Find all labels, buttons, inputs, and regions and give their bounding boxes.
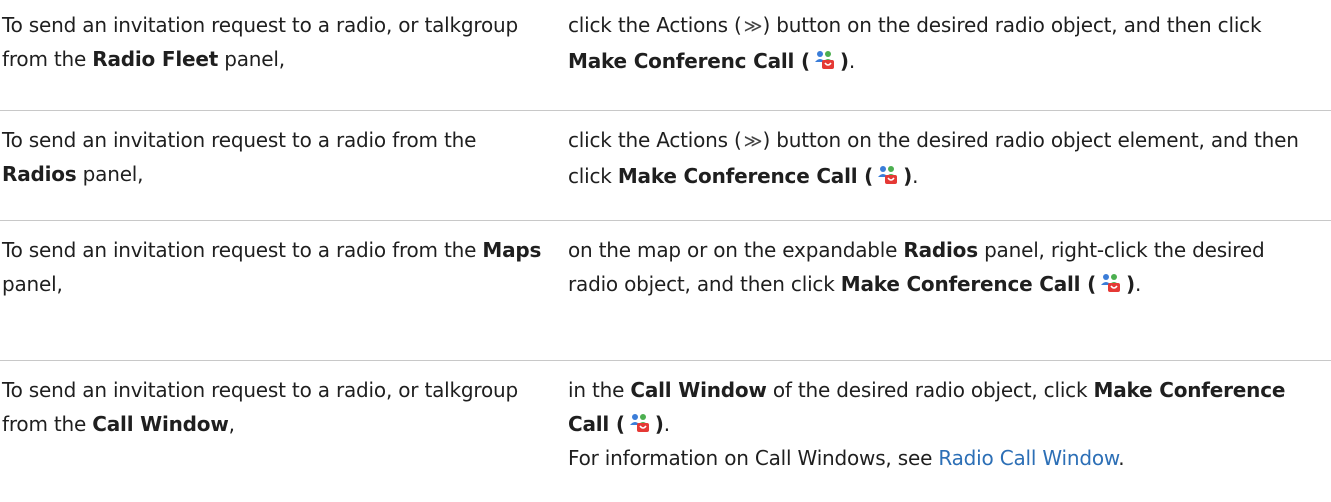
panel-name: Radios xyxy=(903,238,978,262)
command-name: Make Conferenc Call ( xyxy=(568,49,810,73)
action-paragraph: in the Call Window of the desired radio … xyxy=(568,373,1307,441)
cell-text: To send an invitation request to a radio… xyxy=(2,378,518,436)
cell-text: , xyxy=(228,412,235,436)
command-name: ) xyxy=(654,412,664,436)
cell-text: of the desired radio object, click xyxy=(766,378,1094,402)
cell-text: . xyxy=(1118,446,1125,470)
command-name: ) xyxy=(903,164,913,188)
cell-text: For information on Call Windows, see xyxy=(568,446,939,470)
table-row: To send an invitation request to a radio… xyxy=(0,0,1331,111)
window-name: Call Window xyxy=(630,378,767,402)
table-cell-action: in the Call Window of the desired radio … xyxy=(568,373,1331,502)
panel-name: Radio Fleet xyxy=(92,47,219,71)
cell-text: on the map or on the expandable xyxy=(568,238,904,262)
table-row: To send an invitation request to a radio… xyxy=(0,111,1331,221)
table-cell-context: To send an invitation request to a radio… xyxy=(0,8,568,110)
table-cell-action: on the map or on the expandable Radios p… xyxy=(568,233,1331,360)
radio-call-window-link[interactable]: Radio Call Window xyxy=(938,446,1118,470)
cell-text: . xyxy=(663,412,670,436)
conference-call-icon xyxy=(814,46,836,69)
conference-call-icon xyxy=(1100,269,1122,292)
cell-text: . xyxy=(912,164,919,188)
info-paragraph: For information on Call Windows, see Rad… xyxy=(568,441,1307,475)
cell-text: panel, xyxy=(2,272,63,296)
table-row: To send an invitation request to a radio… xyxy=(0,221,1331,361)
command-name: ) xyxy=(839,49,849,73)
table-row: To send an invitation request to a radio… xyxy=(0,361,1331,502)
cell-text: panel, xyxy=(218,47,285,71)
instructions-table: To send an invitation request to a radio… xyxy=(0,0,1331,502)
table-cell-context: To send an invitation request to a radio… xyxy=(0,373,568,502)
command-name: Make Conference Call ( xyxy=(840,272,1097,296)
cell-text: panel, xyxy=(76,162,144,186)
cell-text: To send an invitation request to a radio… xyxy=(2,128,477,152)
panel-name: Call Window xyxy=(92,412,229,436)
command-name: ) xyxy=(1126,272,1135,296)
command-name: Make Conference Call ( xyxy=(617,164,874,188)
table-cell-action: click the Actions (≫) button on the desi… xyxy=(568,8,1331,110)
cell-text: click the Actions ( xyxy=(568,128,742,152)
conference-call-icon xyxy=(629,409,651,432)
table-cell-context: To send an invitation request to a radio… xyxy=(0,123,568,220)
table-cell-action: click the Actions (≫) button on the desi… xyxy=(568,123,1331,220)
conference-call-icon xyxy=(877,161,899,184)
panel-name: Maps xyxy=(482,238,542,262)
actions-icon: ≫ xyxy=(743,16,763,37)
table-cell-context: To send an invitation request to a radio… xyxy=(0,233,568,360)
cell-text: click the Actions ( xyxy=(568,13,742,37)
cell-text: ) button on the desired radio object, an… xyxy=(762,13,1262,37)
cell-text: . xyxy=(848,49,856,73)
cell-text: . xyxy=(1134,272,1142,296)
cell-text: in the xyxy=(568,378,631,402)
cell-text: To send an invitation request to a radio… xyxy=(2,238,483,262)
panel-name: Radios xyxy=(2,162,77,186)
actions-icon: ≫ xyxy=(743,131,763,152)
